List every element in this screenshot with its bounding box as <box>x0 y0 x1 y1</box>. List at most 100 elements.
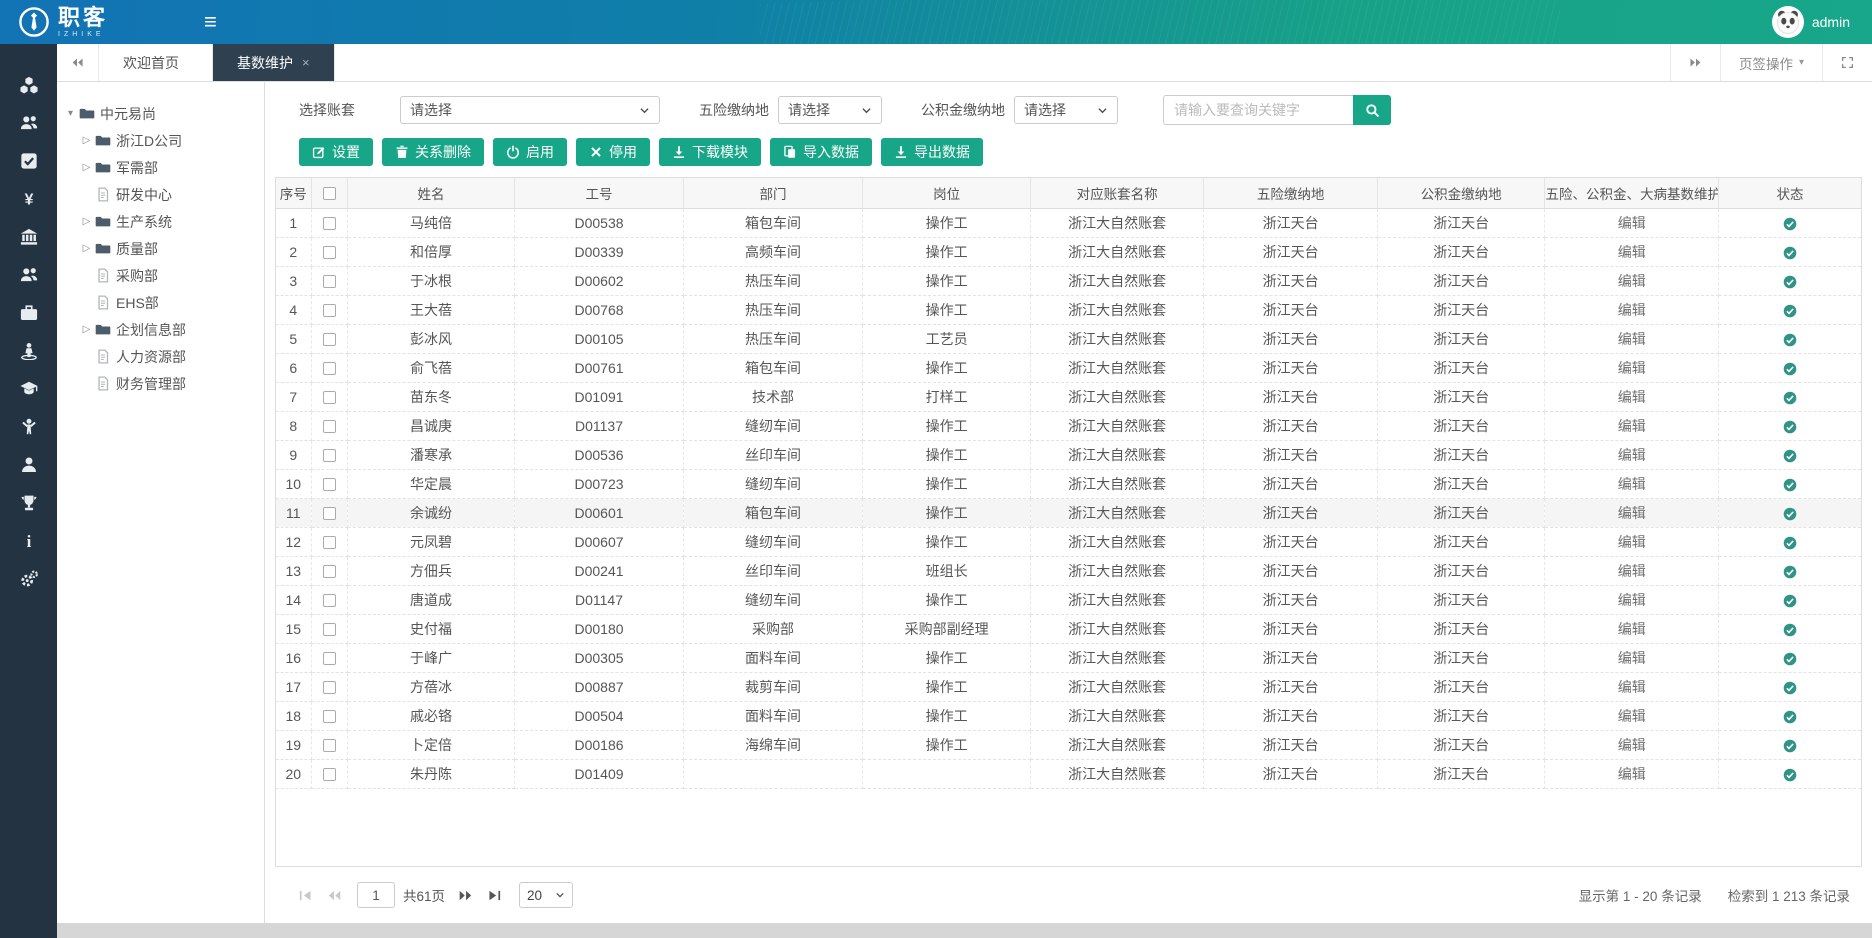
row-checkbox[interactable] <box>323 739 336 752</box>
row-checkbox[interactable] <box>323 420 336 433</box>
tree-item[interactable]: ▷ 企划信息部 <box>63 316 258 343</box>
row-checkbox[interactable] <box>323 449 336 462</box>
sidebar-nav-item[interactable] <box>0 408 57 446</box>
table-row[interactable]: 3 于冰根 D00602 热压车间 操作工 浙江大自然账套 浙江天台 浙江天台 <box>276 266 1861 295</box>
tree-caret-icon[interactable]: ▷ <box>79 243 94 254</box>
toolbar-button[interactable]: 设置 <box>299 138 373 166</box>
sidebar-nav-item[interactable] <box>0 294 57 332</box>
table-row[interactable]: 8 昌诚庚 D01137 缝纫车间 操作工 浙江大自然账套 浙江天台 浙江天台 <box>276 411 1861 440</box>
row-checkbox[interactable] <box>323 565 336 578</box>
tree-caret-icon[interactable]: ▾ <box>63 108 78 119</box>
edit-link[interactable]: 编辑 <box>1618 534 1646 550</box>
table-row[interactable]: 9 潘寒承 D00536 丝印车间 操作工 浙江大自然账套 浙江天台 浙江天台 <box>276 440 1861 469</box>
row-checkbox[interactable] <box>323 710 336 723</box>
row-checkbox[interactable] <box>323 333 336 346</box>
table-row[interactable]: 10 华定晨 D00723 缝纫车间 操作工 浙江大自然账套 浙江天台 浙江天 <box>276 469 1861 498</box>
sidebar-nav-item[interactable] <box>0 180 57 218</box>
search-input[interactable] <box>1163 95 1353 125</box>
sidebar-nav-item[interactable] <box>0 560 57 598</box>
table-row[interactable]: 2 和倍厚 D00339 高频车间 操作工 浙江大自然账套 浙江天台 浙江天台 <box>276 237 1861 266</box>
row-checkbox[interactable] <box>323 594 336 607</box>
next-page-button[interactable] <box>458 888 473 903</box>
row-checkbox[interactable] <box>323 623 336 636</box>
tree-item[interactable]: EHS部 <box>63 289 258 316</box>
row-checkbox[interactable] <box>323 246 336 259</box>
table-row[interactable]: 12 元凤碧 D00607 缝纫车间 操作工 浙江大自然账套 浙江天台 浙江天 <box>276 527 1861 556</box>
search-button[interactable] <box>1353 95 1391 125</box>
table-row[interactable]: 20 朱丹陈 D01409 浙江大自然账套 浙江天台 浙江天台 <box>276 759 1861 788</box>
table-row[interactable]: 6 俞飞蓓 D00761 箱包车间 操作工 浙江大自然账套 浙江天台 浙江天台 <box>276 353 1861 382</box>
edit-link[interactable]: 编辑 <box>1618 244 1646 260</box>
sidebar-nav-item[interactable] <box>0 446 57 484</box>
row-checkbox[interactable] <box>323 478 336 491</box>
sidebar-nav-item[interactable] <box>0 218 57 256</box>
navbar-user-area[interactable]: admin <box>1772 6 1872 38</box>
edit-link[interactable]: 编辑 <box>1618 273 1646 289</box>
tab-close-icon[interactable]: × <box>302 55 310 70</box>
page-number-input[interactable] <box>357 882 395 908</box>
row-checkbox[interactable] <box>323 275 336 288</box>
sidebar-nav-item[interactable] <box>0 66 57 104</box>
sidebar-nav-item[interactable] <box>0 484 57 522</box>
menu-toggle-icon[interactable]: ≡ <box>204 11 217 33</box>
tree-caret-icon[interactable]: ▷ <box>79 216 94 227</box>
table-row[interactable]: 14 唐道成 D01147 缝纫车间 操作工 浙江大自然账套 浙江天台 浙江天 <box>276 585 1861 614</box>
select-all-checkbox[interactable] <box>323 187 336 200</box>
tree-item[interactable]: 采购部 <box>63 262 258 289</box>
tree-caret-icon[interactable]: ▷ <box>79 162 94 173</box>
table-row[interactable]: 7 苗东冬 D01091 技术部 打样工 浙江大自然账套 浙江天台 浙江天台 <box>276 382 1861 411</box>
table-row[interactable]: 11 余诚纷 D00601 箱包车间 操作工 浙江大自然账套 浙江天台 浙江天 <box>276 498 1861 527</box>
row-checkbox[interactable] <box>323 391 336 404</box>
edit-link[interactable]: 编辑 <box>1618 679 1646 695</box>
toolbar-button[interactable]: 启用 <box>493 138 567 166</box>
sidebar-nav-item[interactable] <box>0 256 57 294</box>
row-checkbox[interactable] <box>323 507 336 520</box>
tab[interactable]: 基数维护 × <box>213 44 335 81</box>
sidebar-nav-item[interactable] <box>0 104 57 142</box>
tab[interactable]: 欢迎首页 <box>99 44 213 81</box>
edit-link[interactable]: 编辑 <box>1618 331 1646 347</box>
toolbar-button[interactable]: 关系删除 <box>382 138 484 166</box>
sidebar-nav-item[interactable] <box>0 522 57 560</box>
app-logo[interactable]: 职客 IZHIKE <box>0 6 108 38</box>
table-row[interactable]: 15 史付福 D00180 采购部 采购部副经理 浙江大自然账套 浙江天台 浙 <box>276 614 1861 643</box>
toolbar-button[interactable]: 停用 <box>576 138 650 166</box>
last-page-button[interactable] <box>487 888 502 903</box>
account-select[interactable]: 请选择 <box>400 96 660 124</box>
tree-item[interactable]: 研发中心 <box>63 181 258 208</box>
edit-link[interactable]: 编辑 <box>1618 592 1646 608</box>
sidebar-nav-item[interactable] <box>0 332 57 370</box>
edit-link[interactable]: 编辑 <box>1618 476 1646 492</box>
edit-link[interactable]: 编辑 <box>1618 766 1646 782</box>
table-row[interactable]: 17 方蓓冰 D00887 裁剪车间 操作工 浙江大自然账套 浙江天台 浙江天 <box>276 672 1861 701</box>
insurance-place-select[interactable]: 请选择 <box>778 96 882 124</box>
row-checkbox[interactable] <box>323 362 336 375</box>
tree-item[interactable]: ▷ 质量部 <box>63 235 258 262</box>
edit-link[interactable]: 编辑 <box>1618 302 1646 318</box>
tree-item[interactable]: ▷ 浙江D公司 <box>63 127 258 154</box>
username[interactable]: admin <box>1812 14 1850 30</box>
avatar[interactable] <box>1772 6 1804 38</box>
tabs-scroll-right-button[interactable] <box>1670 44 1720 81</box>
previous-page-button[interactable] <box>327 888 342 903</box>
sidebar-nav-item[interactable] <box>0 370 57 408</box>
tree-item[interactable]: 人力资源部 <box>63 343 258 370</box>
row-checkbox[interactable] <box>323 304 336 317</box>
table-row[interactable]: 1 马纯倍 D00538 箱包车间 操作工 浙江大自然账套 浙江天台 浙江天台 <box>276 208 1861 237</box>
edit-link[interactable]: 编辑 <box>1618 505 1646 521</box>
toolbar-button[interactable]: 导入数据 <box>770 138 872 166</box>
row-checkbox[interactable] <box>323 768 336 781</box>
tab-operations-dropdown[interactable]: 页签操作 ▾ <box>1720 44 1822 81</box>
toolbar-button[interactable]: 下载模块 <box>659 138 761 166</box>
tabs-scroll-left-button[interactable] <box>57 44 99 81</box>
tree-item[interactable]: ▷ 军需部 <box>63 154 258 181</box>
edit-link[interactable]: 编辑 <box>1618 563 1646 579</box>
edit-link[interactable]: 编辑 <box>1618 418 1646 434</box>
table-row[interactable]: 19 卜定倍 D00186 海绵车间 操作工 浙江大自然账套 浙江天台 浙江天 <box>276 730 1861 759</box>
row-checkbox[interactable] <box>323 652 336 665</box>
sidebar-nav-item[interactable] <box>0 142 57 180</box>
toolbar-button[interactable]: 导出数据 <box>881 138 983 166</box>
fund-place-select[interactable]: 请选择 <box>1014 96 1118 124</box>
row-checkbox[interactable] <box>323 681 336 694</box>
tree-caret-icon[interactable]: ▷ <box>79 135 94 146</box>
